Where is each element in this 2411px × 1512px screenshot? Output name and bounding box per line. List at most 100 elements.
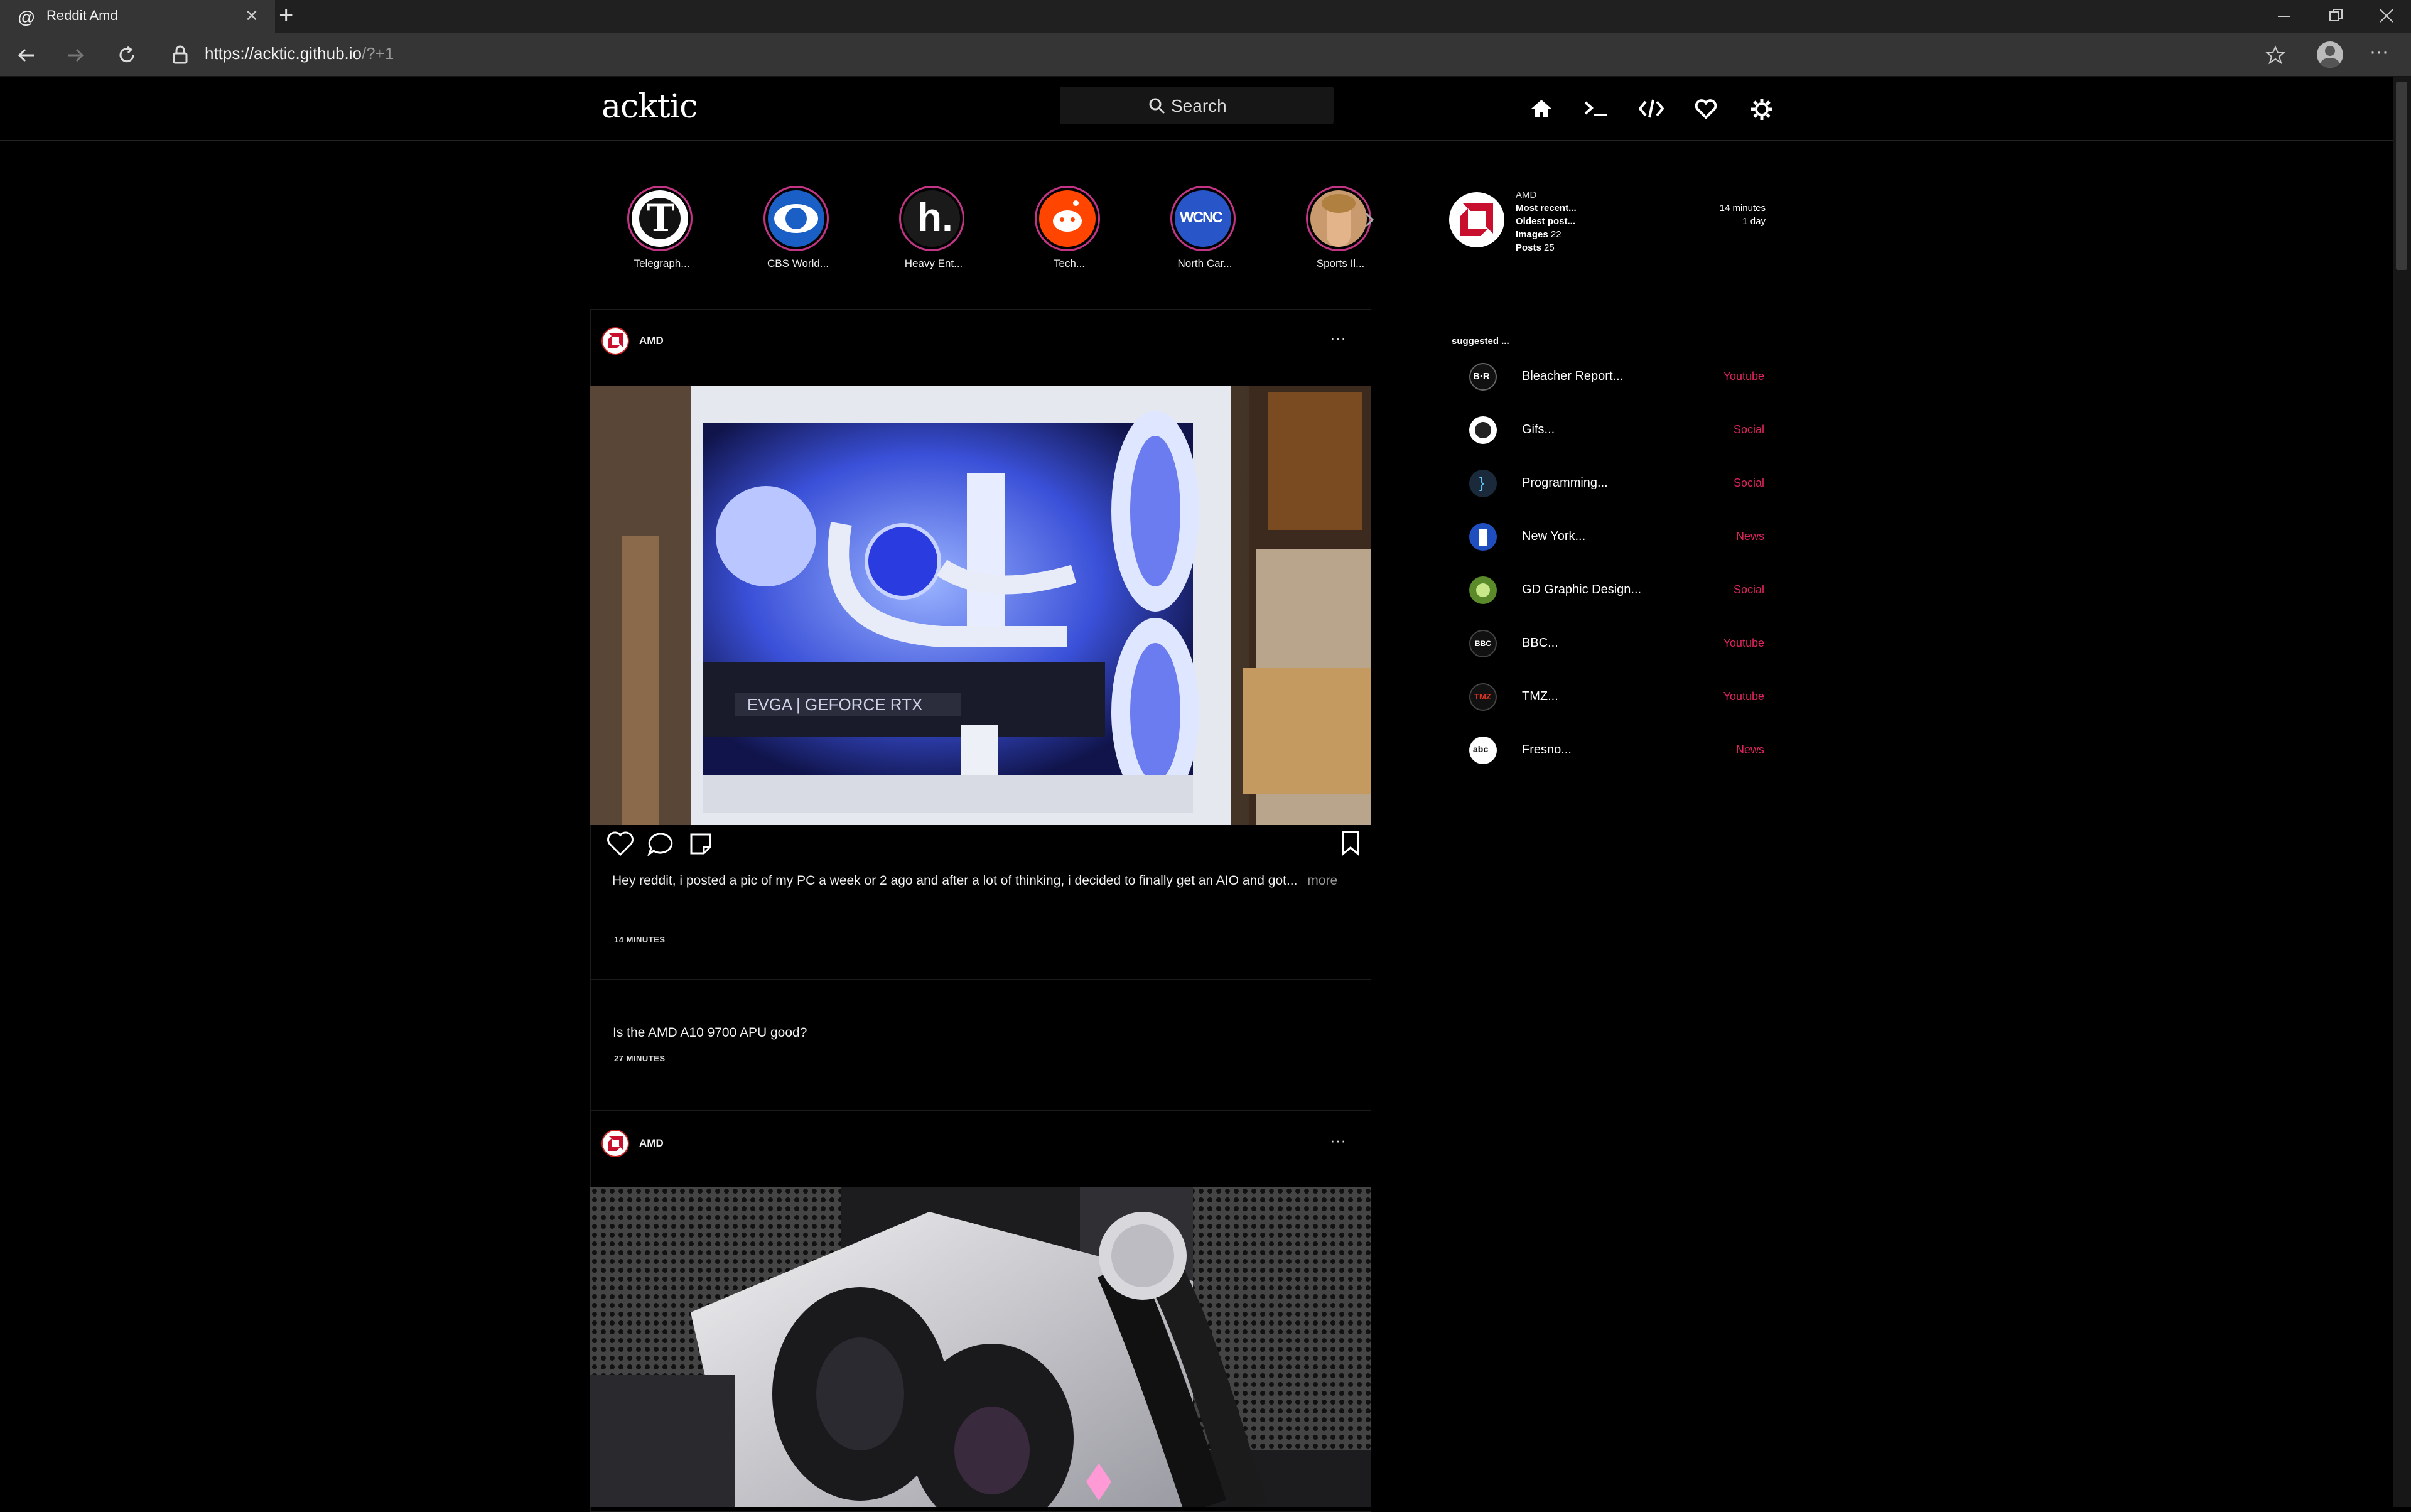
home-icon[interactable] (1529, 98, 1553, 119)
story-sports-il[interactable]: Sports Il... (1306, 186, 1375, 274)
suggested-item[interactable]: New York... News (1469, 520, 1764, 551)
fresno-icon: abc (1469, 737, 1497, 764)
story-north-car[interactable]: WCNC North Car... (1170, 186, 1239, 274)
posts-label: Posts (1516, 242, 1541, 253)
browser-tab-bar: @ Reddit Amd ✕ + (0, 0, 2411, 33)
most-recent-value: 14 minutes (1719, 203, 1766, 213)
author-avatar[interactable] (601, 1130, 629, 1157)
post-caption-text: Hey reddit, i posted a pic of my PC a we… (612, 873, 1298, 888)
address-bar[interactable]: https://acktic.github.io/?+1 (205, 44, 394, 63)
suggested-item[interactable]: abc Fresno... News (1469, 733, 1764, 765)
suggested-name: BBC... (1522, 636, 1558, 650)
most-recent-label: Most recent... (1516, 203, 1577, 213)
author-avatar[interactable] (601, 327, 629, 355)
restore-icon[interactable] (2328, 8, 2344, 24)
post-timestamp: 14 MINUTES (614, 935, 666, 944)
story-label: Telegraph... (634, 257, 690, 269)
post-author[interactable]: AMD (639, 335, 664, 347)
stories-next-chevron-icon[interactable] (1364, 211, 1375, 229)
settings-icon[interactable] (1750, 98, 1773, 121)
favorite-star-icon[interactable] (2265, 45, 2285, 65)
more-link[interactable]: more (1307, 873, 1337, 888)
story-label: Sports Il... (1316, 257, 1365, 269)
oldest-post-label: Oldest post... (1516, 216, 1576, 227)
like-heart-icon[interactable] (607, 831, 634, 856)
post-timestamp: 27 MINUTES (614, 1054, 666, 1063)
post-more-menu-icon[interactable]: ··· (1330, 328, 1346, 348)
post-image[interactable] (590, 1187, 1371, 1507)
story-heavy-ent[interactable]: h. Heavy Ent... (899, 186, 968, 274)
suggested-type: Social (1733, 423, 1764, 436)
suggested-heading: suggested ... (1452, 336, 1509, 347)
suggested-type: News (1735, 530, 1764, 543)
browser-menu-icon[interactable]: ··· (2370, 41, 2388, 63)
bbc-icon: BBC (1469, 630, 1497, 657)
suggested-name: New York... (1522, 529, 1586, 543)
url-host: https://acktic.github.io (205, 44, 362, 63)
heart-icon[interactable] (1694, 99, 1718, 119)
story-label: Tech... (1053, 257, 1086, 269)
suggested-name: Gifs... (1522, 423, 1555, 436)
code-icon[interactable] (1639, 98, 1664, 119)
post-card (590, 980, 1371, 1110)
programming-icon: } (1469, 470, 1497, 497)
forward-icon[interactable] (65, 45, 85, 65)
suggested-item[interactable]: B·R Bleacher Report... Youtube (1469, 360, 1764, 391)
scrollbar-thumb[interactable] (2396, 82, 2407, 270)
search-label: Search (1171, 96, 1227, 116)
story-label: CBS World... (767, 257, 829, 269)
site-header: acktic Search (0, 77, 2393, 141)
suggested-type: Youtube (1723, 690, 1764, 703)
post-more-menu-icon[interactable]: ··· (1330, 1131, 1346, 1150)
back-icon[interactable] (16, 45, 36, 65)
browser-tab[interactable]: @ Reddit Amd ✕ (0, 0, 275, 33)
search-input[interactable]: Search (1060, 87, 1334, 124)
suggested-item[interactable]: BBC BBC... Youtube (1469, 627, 1764, 658)
page-scrollbar[interactable] (2393, 77, 2411, 1507)
posts-count: 25 (1544, 242, 1555, 253)
new-tab-button[interactable]: + (279, 1, 293, 30)
minimize-icon[interactable] (2277, 9, 2292, 24)
tab-close-icon[interactable]: ✕ (245, 6, 259, 26)
suggested-item[interactable]: Gifs... Social (1469, 413, 1764, 445)
new-york-icon (1469, 523, 1497, 551)
gpu-brand-text: EVGA | GEFORCE RTX (747, 695, 922, 714)
story-label: Heavy Ent... (904, 257, 963, 269)
post-author[interactable]: AMD (639, 1137, 664, 1150)
browser-toolbar: https://acktic.github.io/?+1 ··· (0, 33, 2411, 77)
suggested-type: Youtube (1723, 370, 1764, 382)
gifs-icon (1469, 416, 1497, 444)
close-icon[interactable] (2378, 8, 2395, 24)
suggested-name: Programming... (1522, 476, 1608, 490)
graphic-design-icon (1469, 576, 1497, 604)
comment-icon[interactable] (647, 831, 674, 856)
url-path: /?+1 (362, 44, 394, 63)
oldest-post-value: 1 day (1742, 216, 1766, 227)
reload-icon[interactable] (117, 45, 137, 65)
site-logo[interactable]: acktic (601, 88, 698, 126)
story-cbs-world[interactable]: CBS World... (763, 186, 833, 274)
story-telegraph[interactable]: T Telegraph... (627, 186, 696, 274)
tmz-icon: TMZ (1469, 683, 1497, 711)
story-tech[interactable]: Tech... (1035, 186, 1104, 274)
suggested-type: News (1735, 743, 1764, 756)
suggested-name: GD Graphic Design... (1522, 583, 1642, 597)
note-icon[interactable] (688, 831, 713, 856)
suggested-type: Social (1733, 477, 1764, 489)
profile-avatar-icon[interactable] (2317, 41, 2343, 68)
post-title[interactable]: Is the AMD A10 9700 APU good? (613, 1025, 807, 1040)
post-image[interactable]: EVGA | GEFORCE RTX (590, 386, 1371, 825)
tab-favicon-icon: @ (18, 8, 36, 27)
terminal-icon[interactable] (1583, 99, 1609, 118)
profile-name: AMD (1516, 190, 1537, 200)
suggested-name: TMZ... (1522, 689, 1558, 703)
profile-times: 14 minutes 1 day (1695, 202, 1766, 228)
suggested-item[interactable]: GD Graphic Design... Social (1469, 573, 1764, 605)
tab-title: Reddit Amd (46, 8, 118, 23)
suggested-type: Social (1733, 583, 1764, 596)
suggested-name: Fresno... (1522, 743, 1572, 757)
bookmark-icon[interactable] (1340, 830, 1361, 856)
suggested-item[interactable]: TMZ TMZ... Youtube (1469, 680, 1764, 711)
suggested-item[interactable]: } Programming... Social (1469, 467, 1764, 498)
profile-avatar[interactable] (1449, 192, 1504, 247)
